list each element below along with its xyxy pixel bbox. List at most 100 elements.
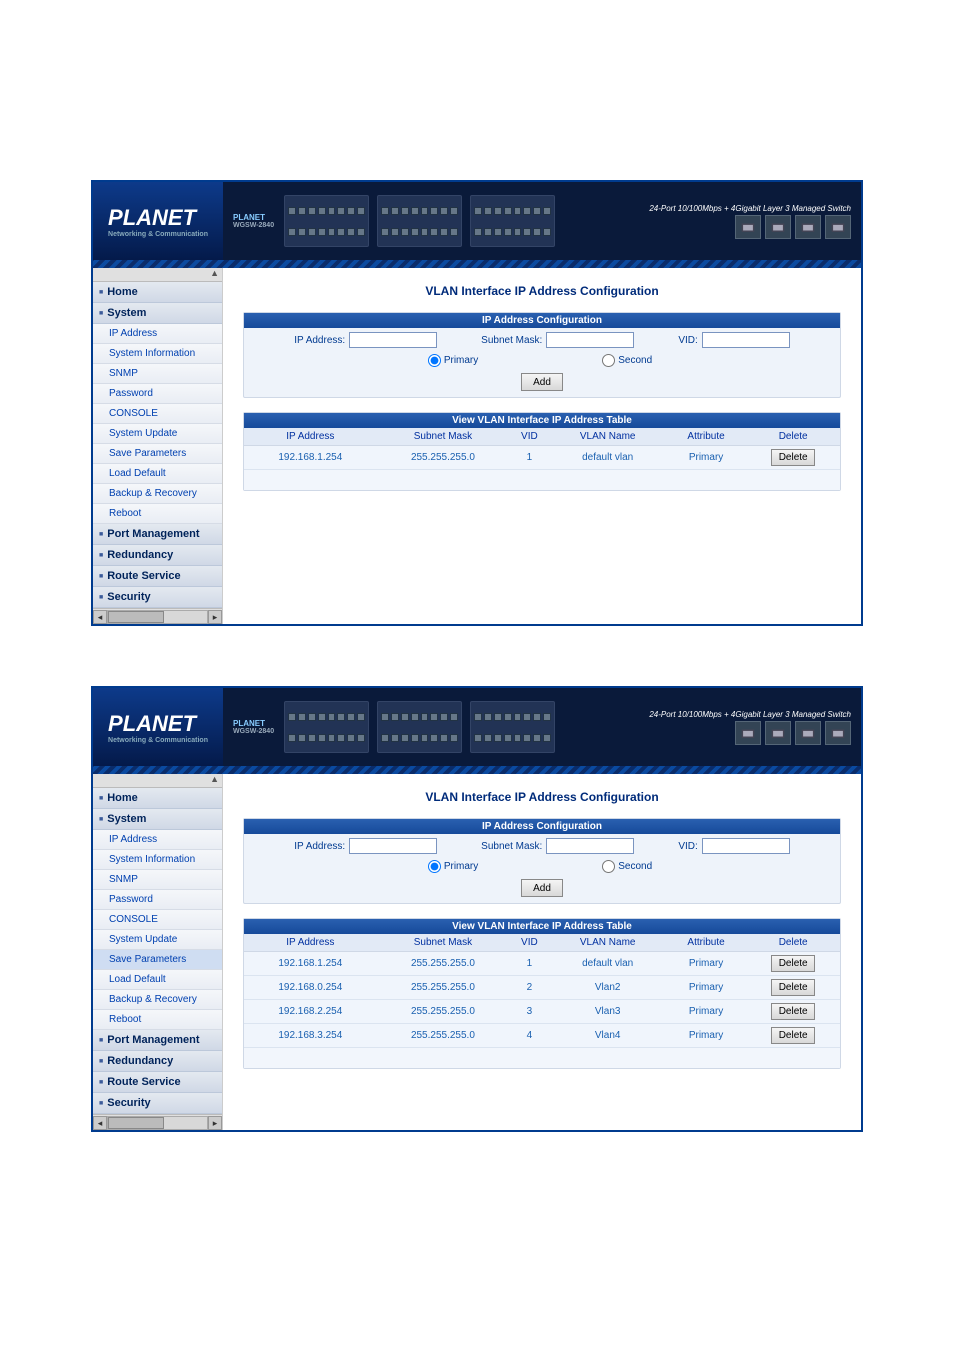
radio-second[interactable]: Second [602, 860, 652, 873]
radio-second[interactable]: Second [602, 354, 652, 367]
vid-input[interactable] [702, 838, 790, 854]
radio-primary[interactable]: Primary [428, 354, 478, 367]
nav-item-ip-address[interactable]: IP Address [93, 830, 222, 850]
cell-attr: Primary [666, 1000, 746, 1024]
cell-vid: 4 [509, 1024, 549, 1048]
table-row: 192.168.2.254255.255.255.03Vlan3PrimaryD… [244, 1000, 840, 1024]
tbl-header: View VLAN Interface IP Address Table [244, 413, 840, 428]
cell-vid: 1 [509, 952, 549, 976]
sfp-slot-icon [825, 721, 851, 745]
sub-logo: PLANET [233, 719, 274, 728]
cell-vid: 3 [509, 1000, 549, 1024]
cell-vid: 1 [509, 446, 549, 470]
add-button[interactable]: Add [521, 373, 563, 391]
delete-button[interactable]: Delete [771, 979, 815, 996]
brand-text: PLANET [108, 711, 196, 736]
sfp-slot-icon [765, 215, 791, 239]
nav-item-save-params[interactable]: Save Parameters [93, 444, 222, 464]
nav-port-mgmt[interactable]: Port Management [93, 524, 222, 545]
delete-button[interactable]: Delete [771, 449, 815, 466]
add-button[interactable]: Add [521, 879, 563, 897]
nav-system[interactable]: System [93, 303, 222, 324]
col-ip: IP Address [244, 428, 377, 446]
col-del: Delete [746, 934, 840, 952]
scroll-up-icon[interactable]: ▲ [93, 268, 222, 282]
nav-item-save-params[interactable]: Save Parameters [93, 950, 222, 970]
nav-item-backup[interactable]: Backup & Recovery [93, 484, 222, 504]
nav-home[interactable]: Home [93, 282, 222, 303]
vlan-table: View VLAN Interface IP Address Table IP … [243, 918, 841, 1069]
vid-input[interactable] [702, 332, 790, 348]
col-vid: VID [509, 934, 549, 952]
cell-name: Vlan3 [550, 1000, 666, 1024]
nav-item-sys-info[interactable]: System Information [93, 344, 222, 364]
nav-redundancy[interactable]: Redundancy [93, 1051, 222, 1072]
mask-input[interactable] [546, 332, 634, 348]
nav-item-load-default[interactable]: Load Default [93, 970, 222, 990]
h-scrollbar[interactable]: ◂ ▸ [93, 608, 222, 624]
table-row: 192.168.1.254255.255.255.01default vlanP… [244, 446, 840, 470]
cell-name: default vlan [550, 952, 666, 976]
nav-home[interactable]: Home [93, 788, 222, 809]
col-attr: Attribute [666, 934, 746, 952]
delete-button[interactable]: Delete [771, 1003, 815, 1020]
scroll-up-icon[interactable]: ▲ [93, 774, 222, 788]
cell-mask: 255.255.255.0 [377, 1024, 510, 1048]
nav-item-reboot[interactable]: Reboot [93, 1010, 222, 1030]
nav-item-load-default[interactable]: Load Default [93, 464, 222, 484]
nav-route-service[interactable]: Route Service [93, 1072, 222, 1093]
nav-item-password[interactable]: Password [93, 384, 222, 404]
nav-item-backup[interactable]: Backup & Recovery [93, 990, 222, 1010]
delete-button[interactable]: Delete [771, 1027, 815, 1044]
tbl-header: View VLAN Interface IP Address Table [244, 919, 840, 934]
nav-item-sys-info[interactable]: System Information [93, 850, 222, 870]
scroll-right-icon[interactable]: ▸ [208, 610, 222, 624]
slogan: 24-Port 10/100Mbps + 4Gigabit Layer 3 Ma… [649, 204, 851, 213]
table-row: 192.168.0.254255.255.255.02Vlan2PrimaryD… [244, 976, 840, 1000]
cfg-header: IP Address Configuration [244, 313, 840, 328]
main-content: VLAN Interface IP Address Configuration … [223, 774, 861, 1130]
mask-label: Subnet Mask: [481, 841, 542, 852]
nav-item-snmp[interactable]: SNMP [93, 870, 222, 890]
brand-tag: Networking & Communication [108, 737, 208, 744]
col-name: VLAN Name [550, 428, 666, 446]
nav-route-service[interactable]: Route Service [93, 566, 222, 587]
nav-item-snmp[interactable]: SNMP [93, 364, 222, 384]
nav-item-sys-update[interactable]: System Update [93, 424, 222, 444]
cell-attr: Primary [666, 976, 746, 1000]
h-scrollbar[interactable]: ◂ ▸ [93, 1114, 222, 1130]
delete-button[interactable]: Delete [771, 955, 815, 972]
cell-ip: 192.168.3.254 [244, 1024, 377, 1048]
scroll-right-icon[interactable]: ▸ [208, 1116, 222, 1130]
nav-item-console[interactable]: CONSOLE [93, 404, 222, 424]
nav-item-console[interactable]: CONSOLE [93, 910, 222, 930]
cell-ip: 192.168.0.254 [244, 976, 377, 1000]
nav-item-ip-address[interactable]: IP Address [93, 324, 222, 344]
nav-item-reboot[interactable]: Reboot [93, 504, 222, 524]
nav-redundancy[interactable]: Redundancy [93, 545, 222, 566]
page-title: VLAN Interface IP Address Configuration [243, 790, 841, 804]
scroll-left-icon[interactable]: ◂ [93, 610, 107, 624]
radio-primary[interactable]: Primary [428, 860, 478, 873]
nav-item-sys-update[interactable]: System Update [93, 930, 222, 950]
cell-vid: 2 [509, 976, 549, 1000]
nav-port-mgmt[interactable]: Port Management [93, 1030, 222, 1051]
vlan-table: View VLAN Interface IP Address Table IP … [243, 412, 841, 491]
cell-name: Vlan2 [550, 976, 666, 1000]
model-label: WGSW-2840 [233, 222, 274, 229]
mask-input[interactable] [546, 838, 634, 854]
nav-security[interactable]: Security [93, 1093, 222, 1114]
scroll-left-icon[interactable]: ◂ [93, 1116, 107, 1130]
nav-system[interactable]: System [93, 809, 222, 830]
cell-ip: 192.168.1.254 [244, 952, 377, 976]
ip-input[interactable] [349, 332, 437, 348]
vid-label: VID: [678, 335, 697, 346]
banner: PLANET Networking & Communication PLANET… [93, 182, 861, 260]
nav-security[interactable]: Security [93, 587, 222, 608]
col-vid: VID [509, 428, 549, 446]
ip-config-panel: IP Address Configuration IP Address: Sub… [243, 312, 841, 398]
sfp-slot-icon [735, 215, 761, 239]
ip-input[interactable] [349, 838, 437, 854]
sidebar: ▲ Home System IP Address System Informat… [93, 268, 223, 624]
nav-item-password[interactable]: Password [93, 890, 222, 910]
